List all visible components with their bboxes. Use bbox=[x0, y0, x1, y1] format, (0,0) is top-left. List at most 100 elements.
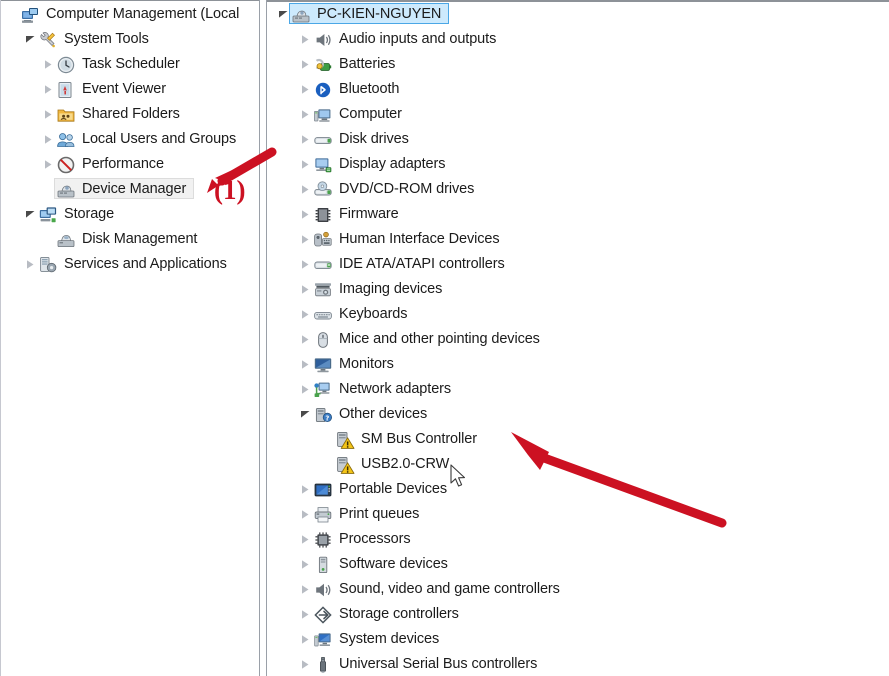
chevron-right-icon[interactable] bbox=[297, 177, 313, 202]
chevron-right-icon[interactable] bbox=[297, 527, 313, 552]
other-devices-icon: ? bbox=[313, 405, 333, 425]
device-tree-item-display-adapters[interactable]: Display adapters bbox=[267, 152, 889, 177]
chevron-right-icon[interactable] bbox=[297, 327, 313, 352]
computer-management-window: Computer Management (Local System Tools Ta… bbox=[0, 0, 889, 676]
device-manager-panel[interactable]: PC-KIEN-NGUYEN Audio inputs and outputs Ba… bbox=[266, 0, 889, 676]
device-tree-item-keyboards[interactable]: Keyboards bbox=[267, 302, 889, 327]
device-tree-item-portable-devices[interactable]: Portable Devices bbox=[267, 477, 889, 502]
device-tree-item-batteries[interactable]: Batteries bbox=[267, 52, 889, 77]
device-tree[interactable]: PC-KIEN-NGUYEN Audio inputs and outputs Ba… bbox=[267, 2, 889, 676]
disk-management-icon bbox=[56, 230, 76, 250]
chevron-right-icon[interactable] bbox=[297, 302, 313, 327]
console-tree-panel[interactable]: Computer Management (Local System Tools Ta… bbox=[0, 0, 260, 676]
console-tree-item-computer-management-local[interactable]: Computer Management (Local bbox=[0, 2, 259, 27]
warning-device-icon bbox=[335, 430, 355, 450]
chevron-right-icon[interactable] bbox=[40, 127, 56, 152]
device-tree-item-sound-video-and-game-controllers[interactable]: Sound, video and game controllers bbox=[267, 577, 889, 602]
tree-item-label: Bluetooth bbox=[339, 81, 400, 98]
tree-item-label: Imaging devices bbox=[339, 281, 443, 298]
event-viewer-icon bbox=[56, 80, 76, 100]
device-tree-item-sm-bus-controller[interactable]: SM Bus Controller bbox=[267, 427, 889, 452]
system-tools-icon bbox=[38, 30, 58, 50]
tree-item-label: Event Viewer bbox=[82, 81, 166, 98]
device-tree-item-dvd-cd-rom-drives[interactable]: DVD/CD-ROM drives bbox=[267, 177, 889, 202]
printer-icon bbox=[313, 505, 333, 525]
console-tree[interactable]: Computer Management (Local System Tools Ta… bbox=[0, 2, 259, 277]
console-tree-item-system-tools[interactable]: System Tools bbox=[0, 27, 259, 52]
chevron-right-icon[interactable] bbox=[22, 252, 38, 277]
tree-item-label: Performance bbox=[82, 156, 164, 173]
device-tree-item-pc-kien-nguyen[interactable]: PC-KIEN-NGUYEN bbox=[267, 2, 889, 27]
device-tree-item-software-devices[interactable]: Software devices bbox=[267, 552, 889, 577]
chevron-down-icon[interactable] bbox=[22, 27, 38, 52]
console-tree-item-disk-management[interactable]: Disk Management bbox=[0, 227, 259, 252]
device-tree-item-system-devices[interactable]: System devices bbox=[267, 627, 889, 652]
shared-folders-icon bbox=[56, 105, 76, 125]
device-tree-item-storage-controllers[interactable]: Storage controllers bbox=[267, 602, 889, 627]
chevron-right-icon[interactable] bbox=[40, 52, 56, 77]
computer-management-icon bbox=[20, 5, 40, 25]
device-tree-item-network-adapters[interactable]: Network adapters bbox=[267, 377, 889, 402]
tree-item-label: Shared Folders bbox=[82, 106, 180, 123]
device-tree-item-processors[interactable]: Processors bbox=[267, 527, 889, 552]
device-tree-item-imaging-devices[interactable]: Imaging devices bbox=[267, 277, 889, 302]
chevron-down-icon[interactable] bbox=[22, 202, 38, 227]
console-tree-item-performance[interactable]: Performance bbox=[0, 152, 259, 177]
chevron-down-icon[interactable] bbox=[297, 402, 313, 427]
device-tree-item-monitors[interactable]: Monitors bbox=[267, 352, 889, 377]
chevron-right-icon[interactable] bbox=[297, 152, 313, 177]
device-tree-item-ide-ata-atapi-controllers[interactable]: IDE ATA/ATAPI controllers bbox=[267, 252, 889, 277]
console-tree-item-local-users-and-groups[interactable]: Local Users and Groups bbox=[0, 127, 259, 152]
device-tree-item-other-devices[interactable]: ? Other devices bbox=[267, 402, 889, 427]
chevron-right-icon[interactable] bbox=[297, 352, 313, 377]
chevron-right-icon[interactable] bbox=[40, 77, 56, 102]
device-tree-item-universal-serial-bus-controllers[interactable]: Universal Serial Bus controllers bbox=[267, 652, 889, 676]
audio-icon bbox=[313, 30, 333, 50]
bluetooth-icon bbox=[313, 80, 333, 100]
chevron-right-icon[interactable] bbox=[297, 252, 313, 277]
chevron-right-icon[interactable] bbox=[297, 652, 313, 676]
chevron-right-icon[interactable] bbox=[297, 77, 313, 102]
chevron-right-icon[interactable] bbox=[40, 152, 56, 177]
console-tree-item-event-viewer[interactable]: Event Viewer bbox=[0, 77, 259, 102]
device-tree-item-bluetooth[interactable]: Bluetooth bbox=[267, 77, 889, 102]
chevron-down-icon[interactable] bbox=[275, 2, 291, 27]
console-tree-item-services-and-applications[interactable]: Services and Applications bbox=[0, 252, 259, 277]
system-device-icon bbox=[313, 630, 333, 650]
tree-item-label: Audio inputs and outputs bbox=[339, 31, 497, 48]
chevron-right-icon[interactable] bbox=[297, 277, 313, 302]
chevron-right-icon[interactable] bbox=[297, 552, 313, 577]
computer-icon bbox=[313, 105, 333, 125]
chevron-right-icon[interactable] bbox=[297, 502, 313, 527]
chevron-right-icon[interactable] bbox=[297, 27, 313, 52]
chevron-right-icon[interactable] bbox=[297, 102, 313, 127]
chevron-right-icon[interactable] bbox=[297, 627, 313, 652]
device-tree-item-usb2-0-crw[interactable]: USB2.0-CRW bbox=[267, 452, 889, 477]
console-tree-item-storage[interactable]: Storage bbox=[0, 202, 259, 227]
chevron-right-icon[interactable] bbox=[297, 202, 313, 227]
device-tree-item-print-queues[interactable]: Print queues bbox=[267, 502, 889, 527]
device-tree-item-mice-and-other-pointing-devices[interactable]: Mice and other pointing devices bbox=[267, 327, 889, 352]
chevron-right-icon[interactable] bbox=[297, 127, 313, 152]
device-tree-item-firmware[interactable]: Firmware bbox=[267, 202, 889, 227]
tree-item-label: Services and Applications bbox=[64, 256, 227, 273]
chevron-right-icon[interactable] bbox=[297, 602, 313, 627]
chevron-right-icon[interactable] bbox=[297, 52, 313, 77]
chevron-right-icon[interactable] bbox=[40, 102, 56, 127]
console-tree-item-task-scheduler[interactable]: Task Scheduler bbox=[0, 52, 259, 77]
device-tree-item-human-interface-devices[interactable]: Human Interface Devices bbox=[267, 227, 889, 252]
tree-item-label: Print queues bbox=[339, 506, 420, 523]
chevron-right-icon[interactable] bbox=[297, 227, 313, 252]
chevron-right-icon[interactable] bbox=[297, 377, 313, 402]
services-icon bbox=[38, 255, 58, 275]
device-tree-item-audio-inputs-and-outputs[interactable]: Audio inputs and outputs bbox=[267, 27, 889, 52]
chevron-right-icon[interactable] bbox=[297, 477, 313, 502]
device-manager-icon bbox=[56, 180, 76, 200]
device-tree-item-computer[interactable]: Computer bbox=[267, 102, 889, 127]
device-tree-item-disk-drives[interactable]: Disk drives bbox=[267, 127, 889, 152]
chevron-right-icon[interactable] bbox=[297, 577, 313, 602]
console-tree-item-shared-folders[interactable]: Shared Folders bbox=[0, 102, 259, 127]
